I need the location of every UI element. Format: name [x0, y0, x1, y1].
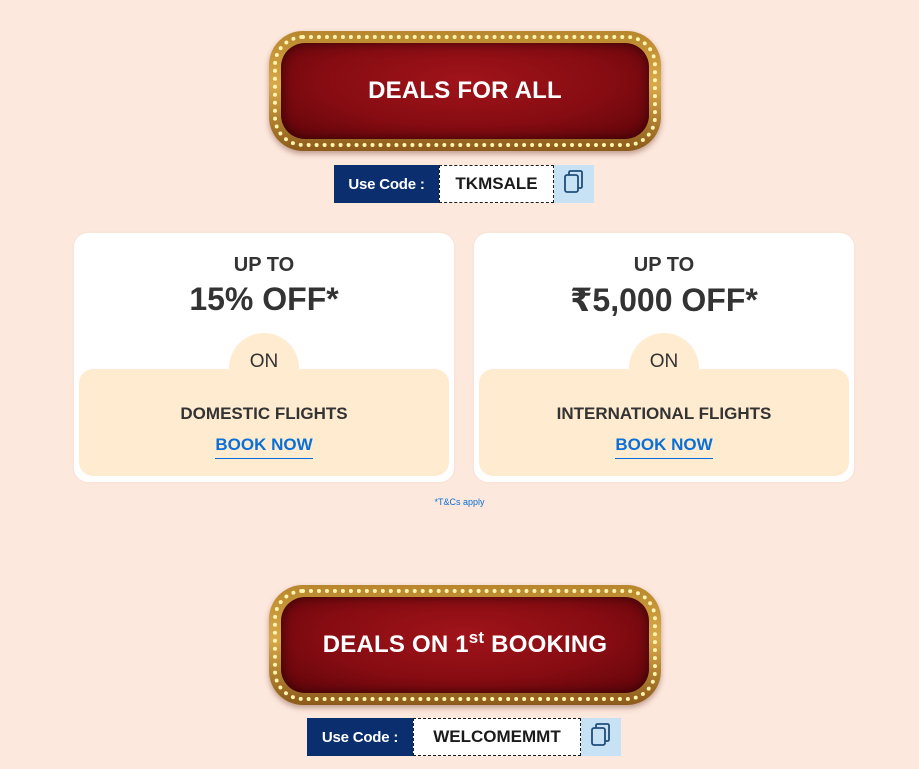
- book-now-wrap: BOOK NOW: [79, 435, 449, 459]
- offer-amount: 15% OFF*: [189, 281, 339, 317]
- on-tab: ON: [229, 333, 299, 377]
- coupon-code[interactable]: TKMSALE: [439, 165, 554, 203]
- banner-title-ordinal: st: [468, 628, 485, 647]
- book-now-wrap: BOOK NOW: [479, 435, 849, 459]
- use-code-label: Use Code :: [334, 165, 439, 203]
- copy-icon: [590, 722, 612, 753]
- book-now-link-international[interactable]: BOOK NOW: [615, 435, 713, 459]
- copy-icon: [563, 169, 585, 200]
- coupon-code-row: Use Code : TKMSALE: [334, 165, 594, 203]
- deals-for-all-banner: DEALS FOR ALL: [269, 31, 661, 151]
- banner-title-prefix: DEALS ON 1: [322, 631, 469, 658]
- copy-code-button[interactable]: [581, 718, 621, 756]
- on-tab: ON: [629, 333, 699, 377]
- offer-route-panel: DOMESTIC FLIGHTS BOOK NOW: [79, 369, 449, 476]
- copy-code-button[interactable]: [554, 165, 594, 203]
- banner-plate: DEALS ON 1st BOOKING: [281, 597, 649, 693]
- book-now-link-domestic[interactable]: BOOK NOW: [215, 435, 313, 459]
- offer-card-international: UP TO ₹5,000 OFF* INTERNATIONAL FLIGHTS …: [474, 233, 854, 482]
- offer-amount: ₹5,000 OFF*: [570, 282, 758, 318]
- offer-route: INTERNATIONAL FLIGHTS: [556, 404, 772, 423]
- offer-upto-label: UP TO: [633, 254, 695, 276]
- offer-route-panel: INTERNATIONAL FLIGHTS BOOK NOW: [479, 369, 849, 476]
- coupon-code-row: Use Code : WELCOMEMMT: [307, 718, 621, 756]
- banner-title: DEALS FOR ALL: [368, 77, 562, 104]
- banner-plate: DEALS FOR ALL: [281, 43, 649, 139]
- terms-and-conditions-note[interactable]: *T&Cs apply: [0, 497, 919, 507]
- offer-card-domestic: UP TO 15% OFF* DOMESTIC FLIGHTS BOOK NOW…: [74, 233, 454, 482]
- use-code-label: Use Code :: [307, 718, 413, 756]
- offer-upto-label: UP TO: [233, 254, 295, 276]
- coupon-code[interactable]: WELCOMEMMT: [413, 718, 581, 756]
- offer-route: DOMESTIC FLIGHTS: [180, 404, 348, 423]
- banner-title: DEALS ON 1st BOOKING: [322, 628, 608, 659]
- banner-title-suffix: BOOKING: [484, 631, 608, 658]
- deals-on-first-booking-banner: DEALS ON 1st BOOKING: [269, 585, 661, 705]
